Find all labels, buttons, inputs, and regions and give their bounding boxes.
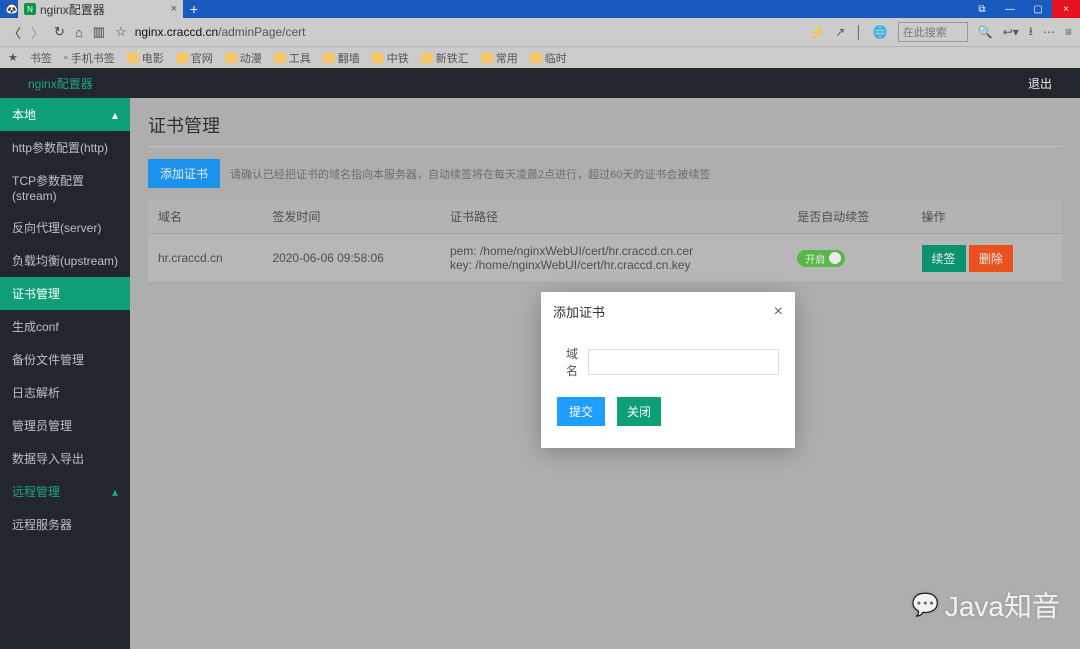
sidebar-item-server[interactable]: 反向代理(server) xyxy=(0,211,130,244)
menu-dots-icon[interactable]: ⋯ xyxy=(1043,25,1055,39)
reload-icon[interactable]: ↻ xyxy=(54,24,65,40)
bookmark-folder[interactable]: 新铁汇 xyxy=(421,50,469,66)
sidebar: 本地▴ http参数配置(http) TCP参数配置(stream) 反向代理(… xyxy=(0,98,130,649)
close-window-icon[interactable]: × xyxy=(1052,0,1080,18)
sidebar-item-remote-server[interactable]: 远程服务器 xyxy=(0,508,130,541)
flash-icon[interactable]: ⚡ xyxy=(810,25,825,39)
bookmark-folder[interactable]: 官网 xyxy=(176,50,213,66)
tab-title: nginx配置器 xyxy=(40,1,105,18)
url-text: nginx.craccd.cn/adminPage/cert xyxy=(135,25,306,39)
sidebar-item-backup[interactable]: 备份文件管理 xyxy=(0,343,130,376)
page-icon: ▫ xyxy=(64,52,68,64)
bookmark-item[interactable]: ▫手机书签 xyxy=(64,50,115,66)
wechat-icon: 💬 xyxy=(911,592,938,618)
close-button[interactable]: 关闭 xyxy=(617,397,661,426)
history-icon[interactable]: ↩▾ xyxy=(1003,25,1019,39)
watermark: 💬 Java知音 xyxy=(911,585,1060,625)
maximize-icon[interactable]: ▢ xyxy=(1024,0,1052,18)
modal-title: 添加证书 xyxy=(553,302,605,321)
sidebar-item-log[interactable]: 日志解析 xyxy=(0,376,130,409)
folder-icon xyxy=(323,53,335,63)
bookmarks-bar: ★ 书签 ▫手机书签 电影 官网 动漫 工具 翻墙 中铁 新铁汇 常用 临时 xyxy=(0,46,1080,68)
folder-icon xyxy=(481,53,493,63)
chevron-up-icon: ▴ xyxy=(112,108,118,122)
forward-icon[interactable]: 〉 xyxy=(31,23,44,42)
sidebar-item-tcp[interactable]: TCP参数配置(stream) xyxy=(0,164,130,211)
folder-icon xyxy=(225,53,237,63)
browser-titlebar: 🐼 N nginx配置器 × + ⧉ — ▢ × xyxy=(0,0,1080,18)
hamburger-icon[interactable]: ≡ xyxy=(1065,25,1072,39)
nginx-favicon: N xyxy=(24,3,36,15)
domain-label: 域名 xyxy=(557,345,578,379)
window-controls: ⧉ — ▢ × xyxy=(968,0,1080,18)
bookmarks-label: 书签 xyxy=(30,50,52,66)
panel-icon[interactable]: ▥ xyxy=(93,24,105,40)
star-icon[interactable]: ☆ xyxy=(115,24,127,40)
chevron-up-icon: ▴ xyxy=(112,485,118,499)
bookmark-folder[interactable]: 临时 xyxy=(530,50,567,66)
domain-input[interactable] xyxy=(588,349,779,375)
bookmark-folder[interactable]: 中铁 xyxy=(372,50,409,66)
app-brand[interactable]: nginx配置器 xyxy=(28,75,93,92)
submit-button[interactable]: 提交 xyxy=(557,397,605,426)
app-topnav: nginx配置器 退出 xyxy=(0,68,1080,98)
folder-icon xyxy=(372,53,384,63)
sidebar-item-http[interactable]: http参数配置(http) xyxy=(0,131,130,164)
sidebar-item-admin[interactable]: 管理员管理 xyxy=(0,409,130,442)
sidebar-item-upstream[interactable]: 负载均衡(upstream) xyxy=(0,244,130,277)
download-icon[interactable]: ⭳ xyxy=(1029,22,1033,43)
url-box[interactable]: ☆ nginx.craccd.cn/adminPage/cert xyxy=(115,24,800,40)
bookmarks-star-icon[interactable]: ★ xyxy=(8,51,18,64)
sidebar-item-cert[interactable]: 证书管理 xyxy=(0,277,130,310)
browser-tab[interactable]: N nginx配置器 × xyxy=(18,0,183,18)
bookmark-folder[interactable]: 动漫 xyxy=(225,50,262,66)
share-icon[interactable]: ↗ xyxy=(835,25,845,39)
close-tab-icon[interactable]: × xyxy=(171,3,177,15)
folder-icon xyxy=(421,53,433,63)
folder-icon xyxy=(127,53,139,63)
separator: │ xyxy=(855,25,863,39)
folder-icon xyxy=(530,53,542,63)
bookmark-folder[interactable]: 电影 xyxy=(127,50,164,66)
address-bar: 〈 〉 ↻ ⌂ ▥ ☆ nginx.craccd.cn/adminPage/ce… xyxy=(0,18,1080,46)
minimize-icon[interactable]: — xyxy=(996,0,1024,18)
logout-link[interactable]: 退出 xyxy=(1028,75,1052,92)
app-favicon: 🐼 xyxy=(6,3,18,15)
browser-search-input[interactable]: 在此搜索 xyxy=(898,22,968,42)
sidebar-group-local[interactable]: 本地▴ xyxy=(0,98,130,131)
bookmark-folder[interactable]: 工具 xyxy=(274,50,311,66)
new-tab-button[interactable]: + xyxy=(183,1,205,17)
modal-close-icon[interactable]: × xyxy=(774,303,783,321)
sidebar-item-data[interactable]: 数据导入导出 xyxy=(0,442,130,475)
folder-icon xyxy=(176,53,188,63)
add-cert-modal: 添加证书 × 域名 提交 关闭 xyxy=(541,292,795,448)
folder-icon xyxy=(274,53,286,63)
home-icon[interactable]: ⌂ xyxy=(75,25,83,40)
sidebar-group-remote[interactable]: 远程管理▴ xyxy=(0,475,130,508)
content-area: 证书管理 添加证书 请确认已经把证书的域名指向本服务器，自动续签将在每天凌晨2点… xyxy=(130,98,1080,649)
back-icon[interactable]: 〈 xyxy=(8,23,21,42)
sidebar-item-conf[interactable]: 生成conf xyxy=(0,310,130,343)
tab-overview-icon[interactable]: ⧉ xyxy=(968,0,996,18)
search-icon[interactable]: 🔍 xyxy=(978,25,993,39)
translate-icon[interactable]: 🌐 xyxy=(873,25,888,39)
bookmark-folder[interactable]: 常用 xyxy=(481,50,518,66)
bookmark-folder[interactable]: 翻墙 xyxy=(323,50,360,66)
